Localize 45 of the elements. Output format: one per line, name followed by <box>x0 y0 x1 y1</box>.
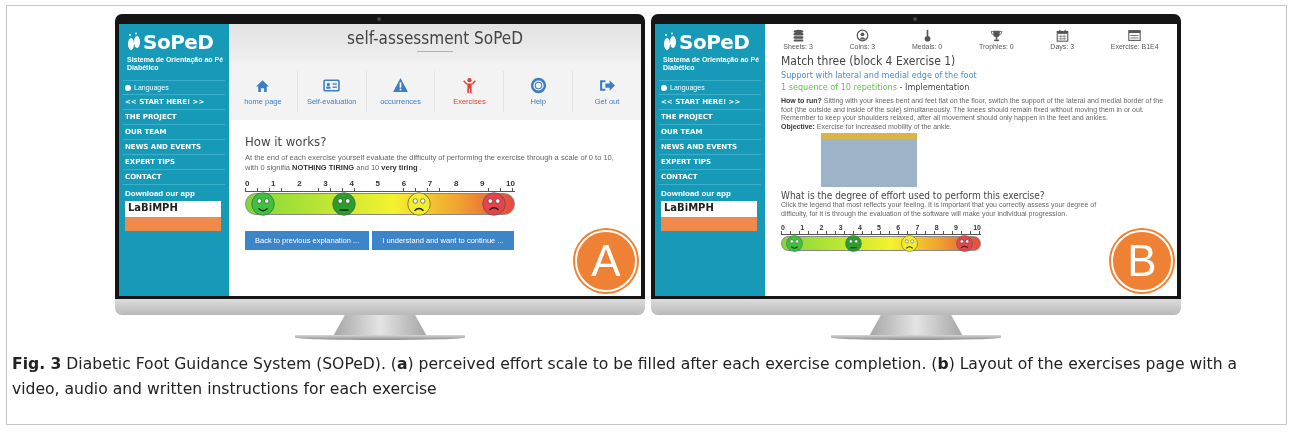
panel-badge: B <box>1111 230 1173 292</box>
exercise-subtitle: Support with lateral and medial edge of the foot <box>781 70 978 80</box>
repetitions-text: 1 sequence of 10 repetitions - Implementation <box>781 82 971 92</box>
panel-badge: A <box>575 230 637 292</box>
calendar-icon <box>1055 28 1069 42</box>
section-heading: How it works? <box>245 134 328 149</box>
scale-label: 5 <box>375 179 380 188</box>
footprints-icon <box>663 31 677 53</box>
footprints-icon <box>127 31 141 53</box>
person-icon <box>460 76 478 94</box>
figure-caption: Fig. 3 Diabetic Foot Guidance System (SOPeD). (a) perceived effort scale to be filled after each exercise completion. (b) Layout of the exercises page with a video, audio and written instructions for each exercise <box>12 354 1239 400</box>
happy-face-icon[interactable] <box>785 235 803 252</box>
happy-face-icon[interactable] <box>251 192 276 216</box>
scale-label: 6 <box>401 179 407 188</box>
exhausted-face-icon[interactable] <box>956 235 974 252</box>
trophy-icon <box>989 28 1003 42</box>
worried-face-icon[interactable] <box>900 235 918 252</box>
scale-label: 1 <box>271 179 276 188</box>
user-icon <box>855 28 869 42</box>
app-logo[interactable]: LaBiMPH <box>125 201 221 231</box>
logo-text[interactable]: SoPeD <box>143 30 214 54</box>
scale-label: 0 <box>245 179 250 188</box>
id-card-icon <box>323 76 341 94</box>
scale-label: 10 <box>506 179 515 188</box>
window-icon <box>1128 28 1142 42</box>
app-logo[interactable]: LaBiMPH <box>661 201 757 231</box>
scale-label: 2 <box>297 179 302 188</box>
lifebuoy-icon <box>529 76 547 94</box>
globe-icon <box>661 84 667 91</box>
exhausted-face-icon[interactable] <box>481 192 506 216</box>
warning-icon <box>392 76 410 94</box>
question-heading: What is the degree of effort used to perform this exercise? <box>781 190 1046 201</box>
scale-label: 4 <box>349 179 354 188</box>
page-title: self-assessment SoPeD <box>347 28 523 48</box>
worried-face-icon[interactable] <box>406 192 431 216</box>
database-icon <box>791 28 805 42</box>
neutral-face-icon[interactable] <box>845 235 863 252</box>
scale-label: 7 <box>427 179 433 188</box>
neutral-face-icon[interactable] <box>331 192 356 216</box>
globe-icon <box>125 84 131 91</box>
scale-label: 3 <box>323 179 328 188</box>
logo-text[interactable]: SoPeD <box>679 30 750 54</box>
exercise-title: Match three (block 4 Exercise 1) <box>781 54 957 68</box>
scale-label: 9 <box>480 179 485 188</box>
scale-label: 8 <box>453 179 459 188</box>
